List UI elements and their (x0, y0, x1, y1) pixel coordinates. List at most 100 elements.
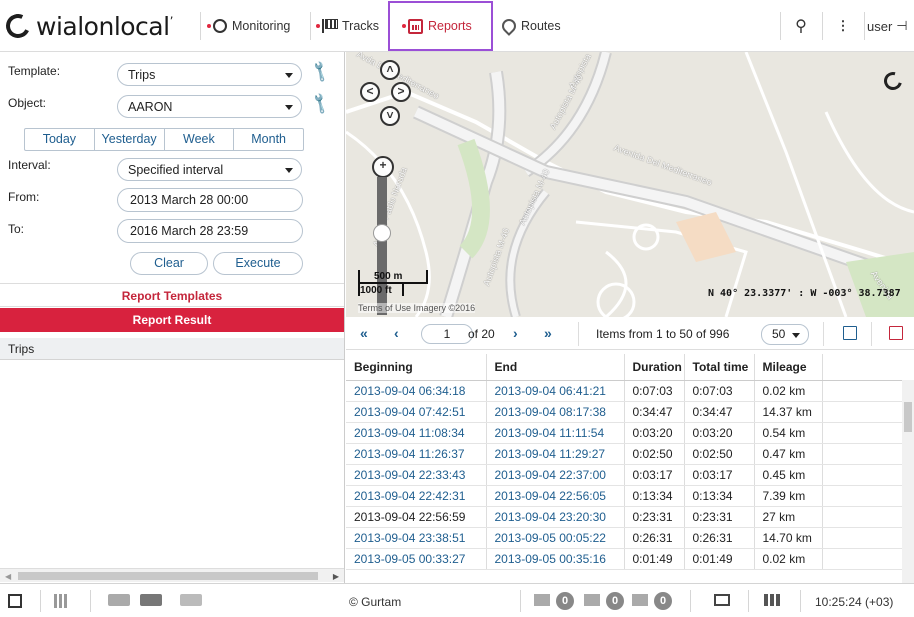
layout-split-icon[interactable] (714, 594, 730, 606)
pan-left-button[interactable]: ˂ (360, 82, 380, 102)
logo-icon (2, 10, 34, 42)
object-select[interactable]: AARON (117, 95, 302, 118)
map-icon[interactable] (764, 594, 780, 606)
cell-beginning[interactable]: 2013-09-04 22:42:31 (346, 485, 487, 507)
cell-total-time: 0:02:50 (684, 443, 755, 465)
cell-total-time: 0:07:03 (684, 380, 755, 402)
table-row[interactable]: 2013-09-04 22:42:31 2013-09-04 22:56:05 0:… (346, 485, 902, 507)
col-end[interactable]: End (486, 354, 625, 381)
wialon-logo[interactable]: wialonlocal’ (2, 9, 173, 43)
period-week[interactable]: Week (165, 129, 235, 150)
user-menu[interactable]: user ⊣ (867, 0, 914, 52)
cell-end[interactable]: 2013-09-04 11:11:54 (486, 422, 625, 444)
cell-total-time: 0:13:34 (684, 485, 755, 507)
cell-beginning[interactable]: 2013-09-04 22:33:43 (346, 464, 487, 486)
scroll-left-icon[interactable]: ◀ (5, 572, 11, 581)
from-date-input[interactable]: 2013 March 28 00:00 (117, 188, 303, 212)
scrollbar-thumb[interactable] (18, 572, 318, 580)
table-row[interactable]: 2013-09-04 23:38:51 2013-09-05 00:05:22 0:… (346, 527, 902, 549)
cell-end[interactable]: 2013-09-05 00:35:16 (486, 548, 625, 570)
page-size-select[interactable]: 50 (761, 324, 809, 345)
col-beginning[interactable]: Beginning (346, 354, 487, 381)
pan-right-button[interactable]: ˃ (391, 82, 411, 102)
scrollbar-thumb[interactable] (904, 402, 912, 432)
report-templates-header[interactable]: Report Templates (0, 283, 344, 307)
cell-beginning[interactable]: 2013-09-04 07:42:51 (346, 401, 487, 423)
pan-down-button[interactable]: ˅ (380, 106, 400, 126)
col-total-time[interactable]: Total time (684, 354, 755, 381)
table-row[interactable]: 2013-09-04 06:34:18 2013-09-04 06:41:21 0:… (346, 380, 902, 402)
zoom-in-button[interactable]: + (372, 156, 394, 178)
next-page-icon[interactable]: › (513, 325, 518, 341)
period-today[interactable]: Today (25, 129, 95, 150)
cell-end[interactable]: 2013-09-04 22:37:00 (486, 464, 625, 486)
table-row[interactable]: 2013-09-05 00:33:27 2013-09-05 00:35:16 0:… (346, 548, 902, 570)
nav-tracks[interactable]: Tracks (316, 6, 379, 46)
nav-monitoring[interactable]: Monitoring (207, 6, 290, 46)
period-yesterday[interactable]: Yesterday (95, 129, 165, 150)
cell-end[interactable]: 2013-09-04 08:17:38 (486, 401, 625, 423)
cell-beginning[interactable]: 2013-09-04 11:26:37 (346, 443, 487, 465)
export-excel-icon[interactable] (843, 326, 857, 340)
menu-button[interactable]: ⋮ (823, 0, 863, 52)
cell-beginning[interactable]: 2013-09-05 00:33:27 (346, 548, 487, 570)
cell-end[interactable]: 2013-09-05 00:05:22 (486, 527, 625, 549)
more-vertical-icon: ⋮ (836, 18, 850, 33)
map-attribution[interactable]: Terms of Use Imagery ©2016 (358, 303, 476, 313)
scroll-right-icon[interactable]: ▶ (333, 572, 339, 581)
col-mileage[interactable]: Mileage (754, 354, 823, 381)
period-month[interactable]: Month (234, 129, 303, 150)
divider (871, 322, 872, 346)
clear-button[interactable]: Clear (130, 252, 208, 275)
report-result-header[interactable]: Report Result (0, 308, 344, 332)
cell-beginning[interactable]: 2013-09-04 23:38:51 (346, 527, 487, 549)
layout-panel-icon[interactable] (8, 594, 22, 608)
truck-name-icon[interactable] (140, 594, 162, 606)
report-panel: Template: Trips 🔧 Object: AARON 🔧 Today … (0, 52, 345, 583)
cell-end[interactable]: 2013-09-04 23:20:30 (486, 506, 625, 528)
table-row[interactable]: 2013-09-04 22:33:43 2013-09-04 22:37:00 0:… (346, 464, 902, 486)
last-page-icon[interactable]: » (544, 325, 552, 341)
nav-reports[interactable]: Reports (388, 1, 493, 51)
nav-routes-label: Routes (521, 19, 561, 33)
zoom-slider-handle[interactable] (373, 224, 391, 242)
events-icon[interactable] (632, 594, 648, 606)
export-pdf-icon[interactable] (889, 326, 903, 340)
notifications-icon[interactable] (534, 594, 550, 606)
wrench-icon[interactable]: 🔧 (308, 91, 334, 117)
divider (200, 12, 201, 40)
cell-end[interactable]: 2013-09-04 11:29:27 (486, 443, 625, 465)
truck-icon[interactable] (108, 594, 130, 606)
messages-icon[interactable] (584, 594, 600, 606)
template-select[interactable]: Trips (117, 63, 302, 86)
table-row[interactable]: 2013-09-04 07:42:51 2013-09-04 08:17:38 0:… (346, 401, 902, 423)
cell-beginning[interactable]: 2013-09-04 11:08:34 (346, 422, 487, 444)
table-row[interactable]: 2013-09-04 11:26:37 2013-09-04 11:29:27 0:… (346, 443, 902, 465)
prev-page-icon[interactable]: ‹ (394, 325, 399, 341)
table-header-row: Beginning End Duration Total time Mileag… (346, 354, 902, 381)
table-row[interactable]: 2013-09-04 22:56:59 2013-09-04 23:20:30 0:… (346, 506, 902, 528)
events-count: 0 (654, 592, 672, 610)
pan-up-button[interactable]: ˄ (380, 60, 400, 80)
trips-tree-item[interactable]: Trips (0, 338, 344, 360)
vertical-scrollbar[interactable] (902, 380, 914, 583)
interval-select[interactable]: Specified interval (117, 158, 302, 181)
horizontal-scrollbar[interactable]: ◀ ▶ (0, 568, 344, 582)
wrench-icon[interactable]: 🔧 (308, 59, 334, 85)
page-input[interactable]: 1 (421, 324, 473, 344)
cell-end[interactable]: 2013-09-04 22:56:05 (486, 485, 625, 507)
nav-routes[interactable]: Routes (499, 6, 561, 46)
table-row[interactable]: 2013-09-04 11:08:34 2013-09-04 11:11:54 0:… (346, 422, 902, 444)
cell-end[interactable]: 2013-09-04 06:41:21 (486, 380, 625, 402)
first-page-icon[interactable]: « (360, 325, 368, 341)
to-date-input[interactable]: 2016 March 28 23:59 (117, 219, 303, 243)
grid-icon[interactable] (54, 594, 68, 608)
execute-button[interactable]: Execute (213, 252, 303, 275)
interval-value: Specified interval (128, 163, 224, 177)
col-duration[interactable]: Duration (624, 354, 685, 381)
map-view[interactable]: Avda Del Mediterraneo Autopista Avenida … (346, 52, 914, 317)
cell-beginning[interactable]: 2013-09-04 06:34:18 (346, 380, 487, 402)
truck-arrow-icon[interactable] (180, 594, 202, 606)
cell-total-time: 0:23:31 (684, 506, 755, 528)
search-button[interactable]: ⚲ (781, 0, 821, 52)
